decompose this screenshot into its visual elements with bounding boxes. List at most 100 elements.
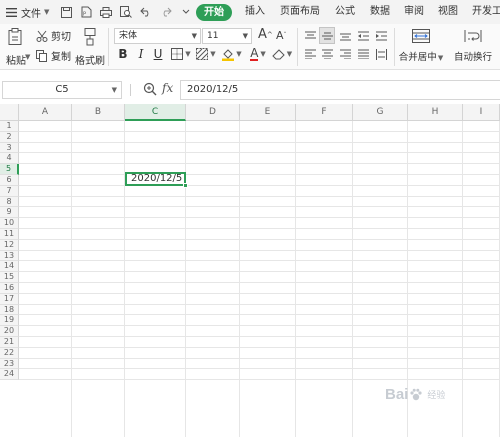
undo-icon[interactable] xyxy=(139,5,153,19)
bold-button[interactable]: B xyxy=(116,46,130,62)
align-left-button[interactable] xyxy=(303,46,317,62)
row-gridline xyxy=(19,368,500,370)
row-header-6[interactable]: 6 xyxy=(0,175,19,186)
row-header-20[interactable]: 20 xyxy=(0,326,19,337)
fill-color-button[interactable]: ▼ xyxy=(220,46,244,62)
row-header-7[interactable]: 7 xyxy=(0,185,19,197)
merge-center-button[interactable]: 合并居中▼ xyxy=(398,29,444,63)
align-middle-button[interactable] xyxy=(319,27,335,44)
row-gridline xyxy=(19,314,500,316)
tab-insert[interactable]: 插入 xyxy=(245,0,265,24)
tab-data[interactable]: 数据 xyxy=(370,0,390,24)
column-header-h[interactable]: H xyxy=(408,104,463,121)
row-header-4[interactable]: 4 xyxy=(0,153,19,165)
watermark-sub: 经验 xyxy=(427,391,446,401)
chevron-down-icon: ▼ xyxy=(242,32,248,40)
cut-button[interactable]: 剪切 xyxy=(36,28,71,43)
tab-review[interactable]: 审阅 xyxy=(404,0,424,24)
row-header-9[interactable]: 9 xyxy=(0,207,19,219)
column-header-a[interactable]: A xyxy=(19,104,72,121)
row-header-12[interactable]: 12 xyxy=(0,239,19,251)
format-painter-button[interactable]: 格式刷 xyxy=(75,28,105,67)
name-box[interactable]: C5 ▼ xyxy=(2,81,122,99)
row-header-15[interactable]: 15 xyxy=(0,272,19,283)
formula-input[interactable]: 2020/12/5 xyxy=(180,80,500,100)
cell-style-icon xyxy=(196,48,209,60)
column-header-i[interactable]: I xyxy=(463,104,500,121)
row-header-14[interactable]: 14 xyxy=(0,261,19,273)
justify-button[interactable] xyxy=(356,46,370,62)
insert-function-button[interactable]: fx xyxy=(162,81,173,95)
fill-style-button[interactable]: ▼ xyxy=(195,46,217,62)
wrap-text-button[interactable]: 自动换行 xyxy=(450,29,496,63)
select-all-corner[interactable] xyxy=(0,104,19,121)
font-color-button[interactable]: A ▼ xyxy=(247,46,269,62)
tab-formulas[interactable]: 公式 xyxy=(335,0,355,24)
format-painter-label: 格式刷 xyxy=(75,56,105,67)
file-menu[interactable]: 文件 ▼ xyxy=(0,0,49,24)
align-center-button[interactable] xyxy=(320,46,334,62)
column-header-d[interactable]: D xyxy=(186,104,240,121)
row-gridline xyxy=(19,271,500,273)
print-icon[interactable] xyxy=(99,5,113,19)
paste-button[interactable]: 粘贴 xyxy=(4,28,28,67)
increase-font-size-button[interactable]: A ^ xyxy=(258,27,273,42)
export-pdf-icon[interactable]: P xyxy=(79,5,93,19)
column-header-g[interactable]: G xyxy=(353,104,408,121)
tab-home[interactable]: 开始 xyxy=(196,3,232,21)
row-header-13[interactable]: 13 xyxy=(0,250,19,262)
align-right-button[interactable] xyxy=(338,46,352,62)
wrap-text-icon xyxy=(464,30,482,42)
column-header-e[interactable]: E xyxy=(240,104,296,121)
align-top-button[interactable] xyxy=(303,28,317,44)
align-bottom-button[interactable] xyxy=(338,28,352,44)
row-header-11[interactable]: 11 xyxy=(0,229,19,240)
row-header-16[interactable]: 16 xyxy=(0,283,19,294)
distributed-icon xyxy=(375,48,387,60)
row-header-21[interactable]: 21 xyxy=(0,337,19,348)
row-header-19[interactable]: 19 xyxy=(0,315,19,327)
increase-indent-button[interactable] xyxy=(374,28,388,44)
row-gridline xyxy=(19,379,500,381)
row-header-1[interactable]: 1 xyxy=(0,121,19,132)
row-header-22[interactable]: 22 xyxy=(0,347,19,359)
customize-toolbar-icon[interactable] xyxy=(179,5,193,19)
row-header-18[interactable]: 18 xyxy=(0,304,19,316)
tab-view[interactable]: 视图 xyxy=(438,0,458,24)
font-size-select[interactable]: 11 ▼ xyxy=(202,28,252,44)
row-header-3[interactable]: 3 xyxy=(0,142,19,154)
column-header-b[interactable]: B xyxy=(72,104,125,121)
redo-icon[interactable] xyxy=(159,5,173,19)
row-header-23[interactable]: 23 xyxy=(0,358,19,370)
paste-dropdown-icon[interactable]: ▼ xyxy=(25,53,30,61)
row-header-10[interactable]: 10 xyxy=(0,218,19,229)
row-gridline xyxy=(19,282,500,283)
zoom-icon[interactable] xyxy=(143,82,157,99)
active-cell[interactable]: 2020/12/5 xyxy=(125,172,186,186)
row-header-5[interactable]: 5 xyxy=(0,164,19,175)
row-gridline xyxy=(19,152,500,154)
tab-page-layout[interactable]: 页面布局 xyxy=(280,0,320,24)
chevron-down-icon: ▼ xyxy=(44,8,50,16)
row-header-2[interactable]: 2 xyxy=(0,131,19,143)
font-name-select[interactable]: 宋体 ▼ xyxy=(114,28,201,44)
column-gridline xyxy=(239,121,240,437)
tab-developer[interactable]: 开发工 xyxy=(472,0,500,24)
ribbon-tabs: 开始 插入 页面布局 公式 数据 审阅 视图 开发工 xyxy=(196,0,500,24)
save-icon[interactable] xyxy=(59,5,73,19)
clear-button[interactable]: ▼ xyxy=(271,46,293,62)
row-header-8[interactable]: 8 xyxy=(0,196,19,208)
decrease-font-size-button[interactable]: Aˇ xyxy=(276,29,287,42)
decrease-indent-button[interactable] xyxy=(356,28,370,44)
row-header-24[interactable]: 24 xyxy=(0,369,19,381)
distributed-align-button[interactable] xyxy=(374,46,388,62)
column-header-f[interactable]: F xyxy=(296,104,353,121)
copy-button[interactable]: 复制 xyxy=(36,48,71,63)
print-preview-icon[interactable] xyxy=(119,5,133,19)
column-header-c[interactable]: C xyxy=(125,104,186,121)
italic-button[interactable]: I xyxy=(134,46,148,62)
row-header-17[interactable]: 17 xyxy=(0,293,19,305)
border-button[interactable]: ▼ xyxy=(170,46,192,62)
underline-button[interactable]: U xyxy=(151,46,165,62)
fill-handle[interactable] xyxy=(183,183,188,188)
